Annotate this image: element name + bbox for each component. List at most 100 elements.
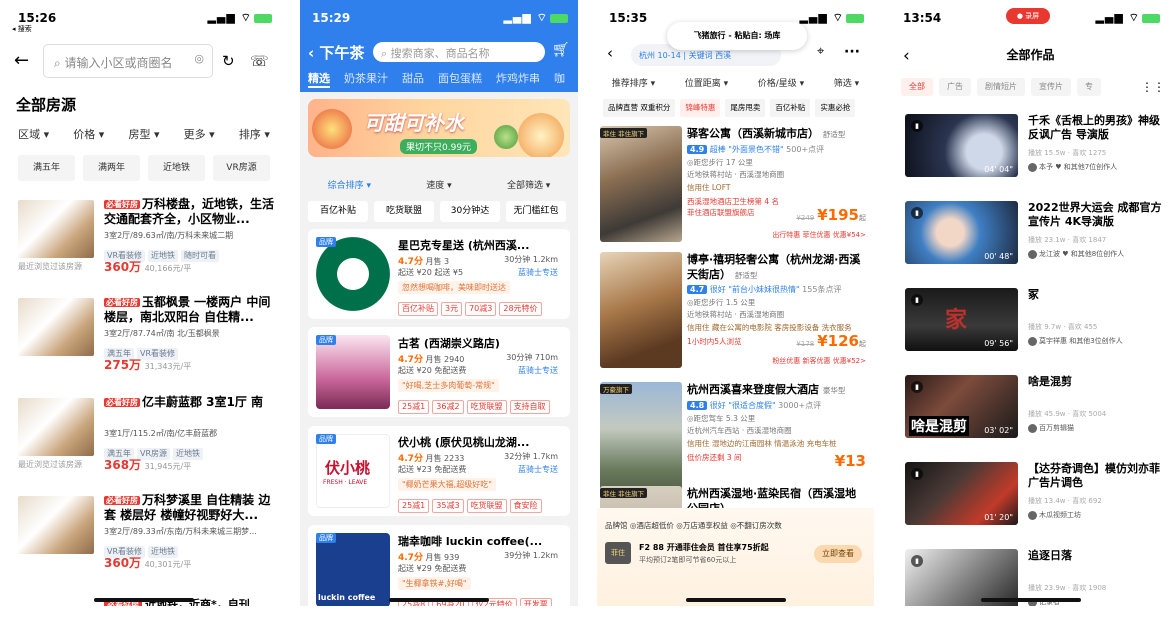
video-author[interactable]: 木瓜视频工坊 [1028, 510, 1081, 520]
map-icon[interactable]: ⌖ [817, 44, 824, 59]
grid-icon[interactable]: ⋮⋮ [1141, 80, 1165, 94]
filter-more[interactable]: 更多 ▾ [184, 126, 215, 142]
chip[interactable]: 品牌直营 双重积分 [603, 99, 676, 117]
filter-price[interactable]: 价格 ▾ [73, 126, 104, 142]
list-item[interactable]: 最近浏览过该房源 必看好房 万科楼盘，近地铁，生活交通配套齐全，小区物业... 3室2… [6, 197, 282, 300]
chip[interactable]: VR房源 [213, 155, 270, 181]
video-title[interactable]: 2022世界大运会 成都官方宣传片 4K导演版 [1028, 201, 1163, 229]
video-author[interactable]: 莫宇祥惠 和其他3位创作人 [1028, 336, 1123, 346]
shop-logo[interactable]: luckin coffee [316, 533, 390, 606]
video-thumbnail[interactable]: ▮ 04' 04" [905, 114, 1018, 177]
listing-title[interactable]: 必看好房 万科梦溪里 自住精装 边套 楼层好 楼幢好视野好大... [104, 493, 274, 523]
tab-coffee[interactable]: 咖 [554, 70, 565, 88]
view-now-button[interactable]: 立即查看 [814, 545, 862, 563]
listing-title[interactable]: 必看好房 玉都枫景 一楼两户 中间楼层，南北双阳台 自住精... [104, 295, 274, 325]
hotel-photo[interactable] [600, 252, 682, 368]
listing-title[interactable]: 必看好房 万科楼盘，近地铁，生活交通配套齐全，小区物业... [104, 197, 274, 227]
chip[interactable]: 百亿补贴 [770, 99, 811, 117]
promo-banner[interactable]: 可甜可补水 果切不只0.99元 [308, 99, 570, 157]
back-arrow-icon[interactable]: ← [14, 50, 29, 71]
history-icon[interactable]: ↻ [222, 52, 235, 70]
video-thumbnail[interactable]: ▮ 00' 48" [905, 201, 1018, 264]
video-item[interactable]: ▮ 04' 04" 千禾《舌根上的男孩》神级反讽广告 导演版 播放 15.5w · 喜… [905, 114, 1163, 182]
listing-photo[interactable] [18, 496, 94, 554]
listing-photo[interactable] [18, 398, 94, 456]
video-thumbnail[interactable]: ▮ 01' 20" [905, 462, 1018, 525]
discount-line[interactable]: 粉丝优惠 新客优惠 优惠¥52> [772, 356, 866, 366]
tab-featured[interactable]: 精选 [308, 70, 330, 88]
tab-foodie[interactable]: 吃货联盟 [374, 201, 434, 222]
sort-filter[interactable]: 全部筛选 ▾ [507, 178, 550, 191]
chip[interactable]: 尾房甩卖 [725, 99, 766, 117]
tab-milktea[interactable]: 奶茶果汁 [344, 70, 388, 88]
bookmark-icon[interactable]: ▮ [911, 468, 923, 480]
tab-redpacket[interactable]: 无门槛红包 [506, 201, 566, 222]
back-arrow-icon[interactable]: ‹ [607, 44, 613, 62]
discount-line[interactable]: 出行特惠 菲住优惠 优惠¥54> [772, 230, 866, 240]
listing-photo[interactable] [18, 200, 94, 258]
video-title[interactable]: 啥是混剪 [1028, 375, 1163, 389]
video-title[interactable]: 冢 [1028, 288, 1163, 302]
video-title[interactable]: 追逐日落 [1028, 549, 1163, 563]
sort-default[interactable]: 综合排序 ▾ [328, 178, 371, 191]
filter-sort[interactable]: 推荐排序 ▾ [612, 76, 655, 89]
chip[interactable]: 满五年 [18, 155, 75, 181]
tab-dessert[interactable]: 甜品 [402, 70, 424, 88]
shop-card[interactable]: 品牌 星巴克专星送 (杭州西溪... 4.7分 月售 3 30分钟 1.2km 起送 ¥… [308, 229, 570, 319]
video-thumbnail[interactable]: ▮ 啥是混剪 03' 02" [905, 375, 1018, 438]
list-item[interactable]: 必看好房 万科梦溪里 自住精装 边套 楼层好 楼幢好视野好大... 3室2厅/89.… [6, 493, 282, 596]
list-item[interactable]: 最近浏览过该房源 必看好房 亿丰蔚蓝郡 3室1厅 南 3室1厅/115.2㎡/南/亿丰… [6, 395, 282, 498]
search-input[interactable]: ⌕ 请输入小区或商圈名 ◎ [43, 44, 213, 78]
shop-card[interactable]: 品牌 古茗 (西湖崇义路店) 4.7分 月售 2940 30分钟 710m 起送 ¥20… [308, 327, 570, 417]
hotel-item[interactable]: 菲住 菲住旗下 驿客公寓（西溪新城市店） 舒适型 4.9 超棒 "外面景色不错" 5… [597, 126, 874, 248]
back-arrow-icon[interactable]: ‹ [903, 46, 910, 66]
hotel-item[interactable]: 博亭·禧玥轻奢公寓（杭州龙湖·西溪天街店） 舒适型 4.7 很好 "前台小妹妹很热… [597, 252, 874, 374]
tab-30min[interactable]: 30分钟达 [440, 201, 500, 222]
video-thumbnail[interactable]: ▮ 家 09' 56" [905, 288, 1018, 351]
hotel-photo[interactable] [600, 382, 682, 498]
tab-ads[interactable]: 广告 [939, 78, 971, 96]
tab-all[interactable]: 全部 [901, 78, 933, 96]
listing-title[interactable]: 必看好房 亿丰蔚蓝郡 3室1厅 南 [104, 395, 274, 410]
video-item[interactable]: ▮ 啥是混剪 03' 02" 啥是混剪 播放 45.9w · 喜欢 5004 百万剪辑猫 [905, 375, 1163, 443]
video-item[interactable]: ▮ 01' 20" 【达芬奇调色】模仿刘亦菲广告片调色 播放 13.4w · 喜欢 6… [905, 462, 1163, 530]
filter-price-star[interactable]: 价格/星级 ▾ [758, 76, 804, 89]
bookmark-icon[interactable]: ▮ [911, 381, 923, 393]
shop-logo[interactable]: 伏小桃 FRESH · LEAVE [316, 434, 390, 508]
search-input[interactable]: ⌕ 搜索商家、商品名称 [373, 42, 545, 62]
chip[interactable]: 锦峰特惠 [680, 99, 721, 117]
back-button[interactable]: ‹ 下午茶 [308, 42, 364, 63]
shop-logo[interactable] [316, 237, 390, 311]
shop-card[interactable]: luckin coffee 品牌 瑞幸咖啡 luckin coffee(... 4.7… [308, 525, 570, 606]
shop-card[interactable]: 伏小桃 FRESH · LEAVE 品牌 伏小桃 (原伏见桃山龙湖... 4.7分 月售… [308, 426, 570, 516]
chip[interactable]: 近地铁 [148, 155, 205, 181]
cart-icon[interactable]: 🛒︎ [552, 42, 570, 58]
filter-sort[interactable]: 排序 ▾ [239, 126, 270, 142]
bookmark-icon[interactable]: ▮ [911, 555, 923, 567]
filter-distance[interactable]: 位置距离 ▾ [685, 76, 728, 89]
video-author[interactable]: 本予 ♥ 和其他7位创作人 [1028, 162, 1117, 172]
tab-more[interactable]: 专 [1077, 78, 1101, 96]
listing-photo[interactable] [18, 298, 94, 356]
video-author[interactable]: 龙江波 ♥ 和其他8位创作人 [1028, 249, 1124, 259]
tab-bakery[interactable]: 面包蛋糕 [438, 70, 482, 88]
tab-friedchicken[interactable]: 炸鸡炸串 [496, 70, 540, 88]
bookmark-icon[interactable]: ▮ [911, 294, 923, 306]
tab-promo[interactable]: 宣传片 [1031, 78, 1071, 96]
chip[interactable]: 满两年 [83, 155, 140, 181]
hotel-photo[interactable] [600, 126, 682, 242]
video-title[interactable]: 千禾《舌根上的男孩》神级反讽广告 导演版 [1028, 114, 1163, 142]
filter-more[interactable]: 筛选 ▾ [834, 76, 859, 89]
tab-shortfilm[interactable]: 剧情短片 [977, 78, 1025, 96]
video-item[interactable]: ▮ 00' 48" 2022世界大运会 成都官方宣传片 4K导演版 播放 23.1w … [905, 201, 1163, 269]
tab-subsidy[interactable]: 百亿补贴 [308, 201, 368, 222]
list-item[interactable]: 必看好房 玉都枫景 一楼两户 中间楼层，南北双阳台 自住精... 3室2厅/87.7… [6, 295, 282, 398]
video-item[interactable]: ▮ 家 09' 56" 冢播放 9.7w · 喜欢 455 莫宇祥惠 和其他3位创作人 [905, 288, 1163, 356]
filter-area[interactable]: 区域 ▾ [18, 126, 49, 142]
video-title[interactable]: 【达芬奇调色】模仿刘亦菲广告片调色 [1028, 462, 1163, 490]
filter-layout[interactable]: 房型 ▾ [128, 126, 159, 142]
video-author[interactable]: 百万剪辑猫 [1028, 423, 1074, 433]
bookmark-icon[interactable]: ▮ [911, 120, 923, 132]
back-to-search[interactable]: ◂ 搜索 [12, 24, 32, 34]
more-icon[interactable]: ··· [844, 44, 860, 60]
